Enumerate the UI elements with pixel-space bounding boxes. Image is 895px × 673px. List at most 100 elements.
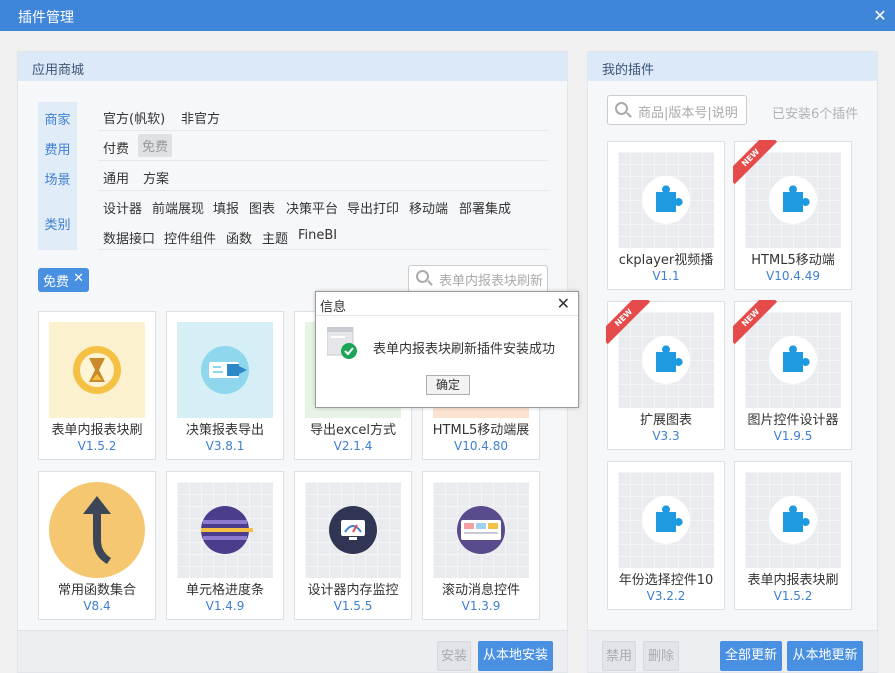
filter-label-category: 类别 — [44, 218, 71, 233]
plugin-name: 表单内报表块刷 — [51, 423, 143, 438]
my-plugin-card[interactable]: 表单内报表块刷 V1.5.2 — [734, 461, 852, 610]
dialog-title: 信息 — [320, 300, 347, 315]
new-badge: NEW — [606, 300, 654, 348]
filter-option-decision-platform[interactable]: 决策平台 — [286, 198, 338, 217]
filter-option-unofficial[interactable]: 非官方 — [181, 108, 220, 127]
my-plugin-card[interactable]: NEW 图片控件设计器 V1.9.5 — [733, 300, 852, 450]
monitor-gauge-icon — [305, 482, 401, 578]
filter-option-export-print[interactable]: 导出打印 — [347, 198, 399, 217]
store-plugin-card[interactable]: 设计器内存监控 V1.5.5 — [294, 471, 412, 620]
plugin-name: ckplayer视频播 — [618, 253, 714, 268]
plugin-name: HTML5移动端展 — [432, 423, 530, 438]
filter-option-frontend[interactable]: 前端展现 — [152, 198, 204, 217]
close-icon[interactable]: ✕ — [865, 0, 895, 31]
my-plugins-search-input[interactable]: 商品|版本号|说明 — [607, 95, 747, 125]
filter-row-category: 设计器 前端展现 填报 图表 决策平台 导出打印 移动端 部署集成 数据接口 控… — [98, 191, 549, 250]
remove-tag-icon[interactable]: ✕ — [73, 271, 84, 286]
filter-option-free[interactable]: 免费 — [138, 134, 173, 157]
new-badge: NEW — [733, 140, 781, 188]
filter-option-official[interactable]: 官方(帆软) — [103, 108, 165, 127]
export-icon — [177, 322, 273, 418]
plugin-name: 表单内报表块刷 — [747, 573, 839, 588]
update-all-button[interactable]: 全部更新 — [720, 641, 782, 671]
plugin-version: V8.4 — [83, 599, 111, 613]
my-plugin-card[interactable]: 年份选择控件10 V3.2.2 — [607, 461, 725, 610]
store-plugin-card[interactable]: 常用函数集合 V8.4 — [38, 471, 156, 620]
filter-option-paid[interactable]: 付费 — [103, 138, 129, 157]
filter-labels: 商家 费用 场景 类别 — [38, 102, 77, 250]
my-plugins-panel: 我的插件 商品|版本号|说明 已安装6个插件 ckplayer视频播 V1.1 … — [587, 51, 878, 673]
my-plugin-card[interactable]: NEW HTML5移动端 V10.4.49 — [733, 140, 852, 290]
plugin-name: 导出excel方式 — [310, 423, 396, 438]
filter-row-merchant: 官方(帆软) 非官方 — [98, 102, 549, 131]
plugin-version: V1.1 — [652, 269, 680, 283]
dialog-close-icon[interactable]: ✕ — [557, 294, 570, 313]
filter-label-fee: 费用 — [44, 143, 71, 158]
my-plugin-card[interactable]: NEW 扩展图表 V3.3 — [606, 300, 725, 450]
new-badge: NEW — [733, 300, 781, 348]
plugin-name: 单元格进度条 — [185, 583, 264, 598]
dialog-header: 信息 ✕ — [316, 292, 578, 316]
progress-bar-icon — [177, 482, 273, 578]
dialog-ok-button[interactable]: 确定 — [426, 375, 470, 395]
active-filter-label: 免费 — [43, 275, 70, 290]
filter-option-finebi[interactable]: FineBI — [298, 228, 337, 243]
plugin-version: V3.8.1 — [205, 439, 245, 453]
plugin-name: 滚动消息控件 — [441, 583, 520, 598]
plugin-name: 扩展图表 — [639, 413, 692, 428]
store-plugin-card[interactable]: 决策报表导出 V3.8.1 — [166, 311, 284, 460]
filter-option-widgets[interactable]: 控件组件 — [164, 228, 216, 247]
plugin-version: V1.4.9 — [205, 599, 245, 613]
local-install-button[interactable]: 从本地安装 — [478, 641, 553, 671]
install-button[interactable]: 安装 — [437, 641, 471, 671]
plugin-version: V3.3 — [652, 429, 680, 443]
my-plugins-header: 我的插件 — [588, 52, 877, 81]
local-update-button[interactable]: 从本地更新 — [787, 641, 863, 671]
plugin-version: V10.4.49 — [765, 269, 820, 283]
active-filter-tag[interactable]: 免费 ✕ — [38, 268, 89, 292]
filter-option-mobile[interactable]: 移动端 — [409, 198, 448, 217]
my-plugins-footer: 禁用 删除 全部更新 从本地更新 — [588, 630, 877, 672]
filter-option-deployment[interactable]: 部署集成 — [459, 198, 511, 217]
success-check-icon — [326, 326, 357, 361]
filter-option-solution[interactable]: 方案 — [143, 168, 169, 187]
filter-row-scene: 通用 方案 — [98, 161, 549, 191]
store-footer: 安装 从本地安装 — [18, 630, 567, 672]
filter-option-data-interface[interactable]: 数据接口 — [103, 228, 155, 247]
filter-option-theme[interactable]: 主题 — [262, 228, 288, 247]
hourglass-icon — [49, 322, 145, 418]
store-plugin-card[interactable]: 单元格进度条 V1.4.9 — [166, 471, 284, 620]
store-plugin-card[interactable]: 表单内报表块刷 V1.5.2 — [38, 311, 156, 460]
scroll-message-icon — [433, 482, 529, 578]
filter-option-chart[interactable]: 图表 — [249, 198, 275, 217]
store-search-placeholder: 表单内报表块刷新 — [439, 274, 544, 289]
filter-option-general[interactable]: 通用 — [103, 168, 129, 187]
puzzle-icon — [618, 472, 714, 568]
puzzle-icon — [745, 472, 841, 568]
plugin-name: 图片控件设计器 — [747, 413, 839, 428]
filter-label-merchant: 商家 — [44, 113, 71, 128]
filter-row-fee: 付费 免费 — [98, 131, 549, 161]
puzzle-icon — [618, 152, 714, 248]
my-plugin-card[interactable]: ckplayer视频播 V1.1 — [607, 141, 725, 290]
delete-button[interactable]: 删除 — [643, 641, 679, 671]
plugin-version: V1.5.2 — [77, 439, 117, 453]
filter-option-fill[interactable]: 填报 — [213, 198, 239, 217]
filter-option-designer[interactable]: 设计器 — [103, 198, 142, 217]
filter-option-function[interactable]: 函数 — [226, 228, 252, 247]
app-store-header: 应用商城 — [18, 52, 567, 81]
plugin-version: V1.3.9 — [461, 599, 501, 613]
dialog-message: 表单内报表块刷新插件安装成功 — [373, 342, 556, 357]
store-plugin-card[interactable]: 滚动消息控件 V1.3.9 — [422, 471, 540, 620]
search-icon — [615, 102, 628, 115]
plugin-version: V1.5.5 — [333, 599, 373, 613]
info-dialog: 信息 ✕ 表单内报表块刷新插件安装成功 确定 — [315, 291, 579, 408]
plugin-name: 决策报表导出 — [185, 423, 264, 438]
store-search-input[interactable]: 表单内报表块刷新 — [408, 265, 548, 293]
window-titlebar: 插件管理 ✕ — [0, 0, 895, 31]
plugin-name: 常用函数集合 — [57, 583, 136, 598]
disable-button[interactable]: 禁用 — [602, 641, 636, 671]
plugin-name: 设计器内存监控 — [307, 583, 399, 598]
plugin-name: HTML5移动端 — [751, 253, 835, 268]
plugin-name: 年份选择控件10 — [618, 573, 714, 588]
